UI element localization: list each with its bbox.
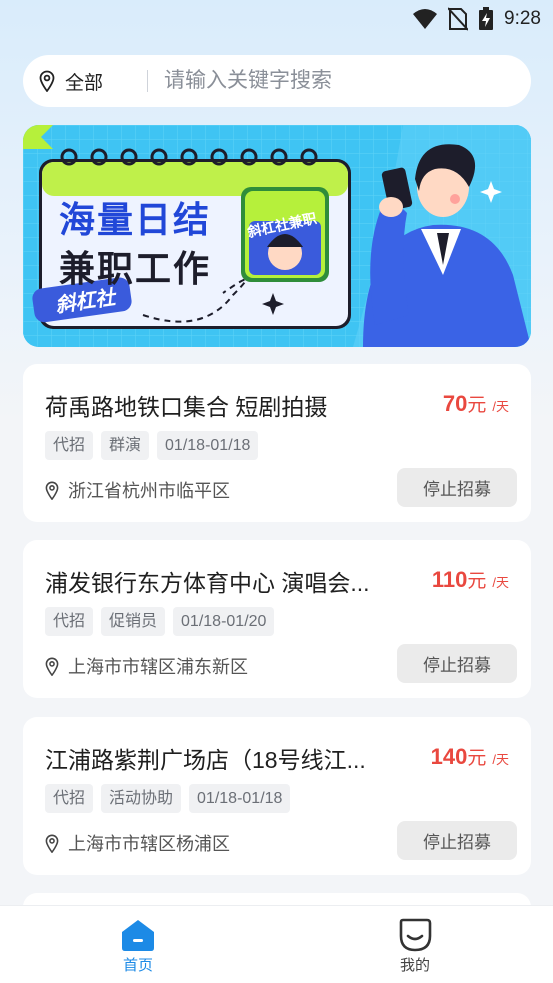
job-card[interactable]: 浦发银行东方体育中心 演唱会... 110 元 /天 代招 促销员 01/18-… [23,540,531,698]
search-input[interactable] [164,69,464,93]
price-currency: 元 [467,748,487,769]
price-amount: 110 [431,567,468,592]
price-currency: 元 [467,571,487,592]
stop-recruiting-button[interactable]: 停止招募 [397,821,517,860]
job-price: 70 元 /天 [443,390,509,417]
job-date-range: 01/18-01/18 [157,431,259,460]
job-location: 上海市市辖区杨浦区 [45,830,230,856]
price-period: /天 [492,399,509,414]
no-sim-icon [448,7,469,31]
wifi-icon [413,9,438,29]
job-location-text: 上海市市辖区浦东新区 [68,657,248,677]
job-tags: 代招 群演 01/18-01/18 [45,431,259,460]
bottom-tab-bar: 首页 我的 [0,905,553,983]
status-bar: 9:28 [0,0,553,40]
tab-home[interactable]: 首页 [68,906,208,983]
location-selector[interactable]: 全部 [23,68,147,95]
price-period: /天 [492,575,509,590]
job-card[interactable]: 江浦路紫荆广场店（18号线江... 140 元 /天 代招 活动协助 01/18… [23,717,531,875]
battery-charging-icon [479,7,494,30]
job-tag: 群演 [101,431,150,460]
job-tags: 代招 活动协助 01/18-01/18 [45,784,291,813]
job-tag: 代招 [45,431,94,460]
location-pin-icon [45,657,59,676]
search-divider [147,70,148,92]
job-location-text: 上海市市辖区杨浦区 [68,834,230,854]
job-price: 110 元 /天 [432,566,509,593]
search-bar: 全部 [23,55,531,107]
status-icons: 9:28 [412,7,541,31]
location-label: 全部 [65,72,104,94]
job-location: 上海市市辖区浦东新区 [45,653,248,679]
stop-recruiting-button[interactable]: 停止招募 [397,468,517,507]
promo-banner[interactable]: 海量日结 兼职工作 斜杠社 斜杠社兼职 [23,125,531,347]
tab-mine[interactable]: 我的 [345,906,485,983]
job-date-range: 01/18-01/18 [189,784,291,813]
job-price: 140 元 /天 [431,743,509,770]
banner-headline-1: 海量日结 [59,200,212,241]
job-location: 浙江省杭州市临平区 [45,477,230,503]
job-title: 荷禹路地铁口集合 短剧拍摄 [45,394,328,420]
price-period: /天 [492,752,509,767]
job-tag: 促销员 [101,607,166,636]
job-location-text: 浙江省杭州市临平区 [68,481,230,501]
job-tag: 代招 [45,784,94,813]
tab-mine-label: 我的 [399,957,430,974]
home-icon [122,920,154,951]
location-pin-icon [45,481,59,500]
price-amount: 140 [430,744,468,769]
stop-recruiting-button[interactable]: 停止招募 [397,644,517,683]
location-pin-icon [39,70,55,92]
price-currency: 元 [467,395,487,416]
job-date-range: 01/18-01/20 [173,607,275,636]
job-card[interactable]: 荷禹路地铁口集合 短剧拍摄 70 元 /天 代招 群演 01/18-01/18 … [23,364,531,522]
profile-icon [399,918,432,952]
job-title: 浦发银行东方体育中心 演唱会... [45,570,370,596]
job-tag: 代招 [45,607,94,636]
price-amount: 70 [442,391,468,416]
job-title: 江浦路紫荆广场店（18号线江... [45,747,366,773]
job-tags: 代招 促销员 01/18-01/20 [45,607,275,636]
status-time: 9:28 [504,8,541,29]
job-tag: 活动协助 [101,784,182,813]
tab-home-label: 首页 [122,957,153,974]
location-pin-icon [45,834,59,853]
